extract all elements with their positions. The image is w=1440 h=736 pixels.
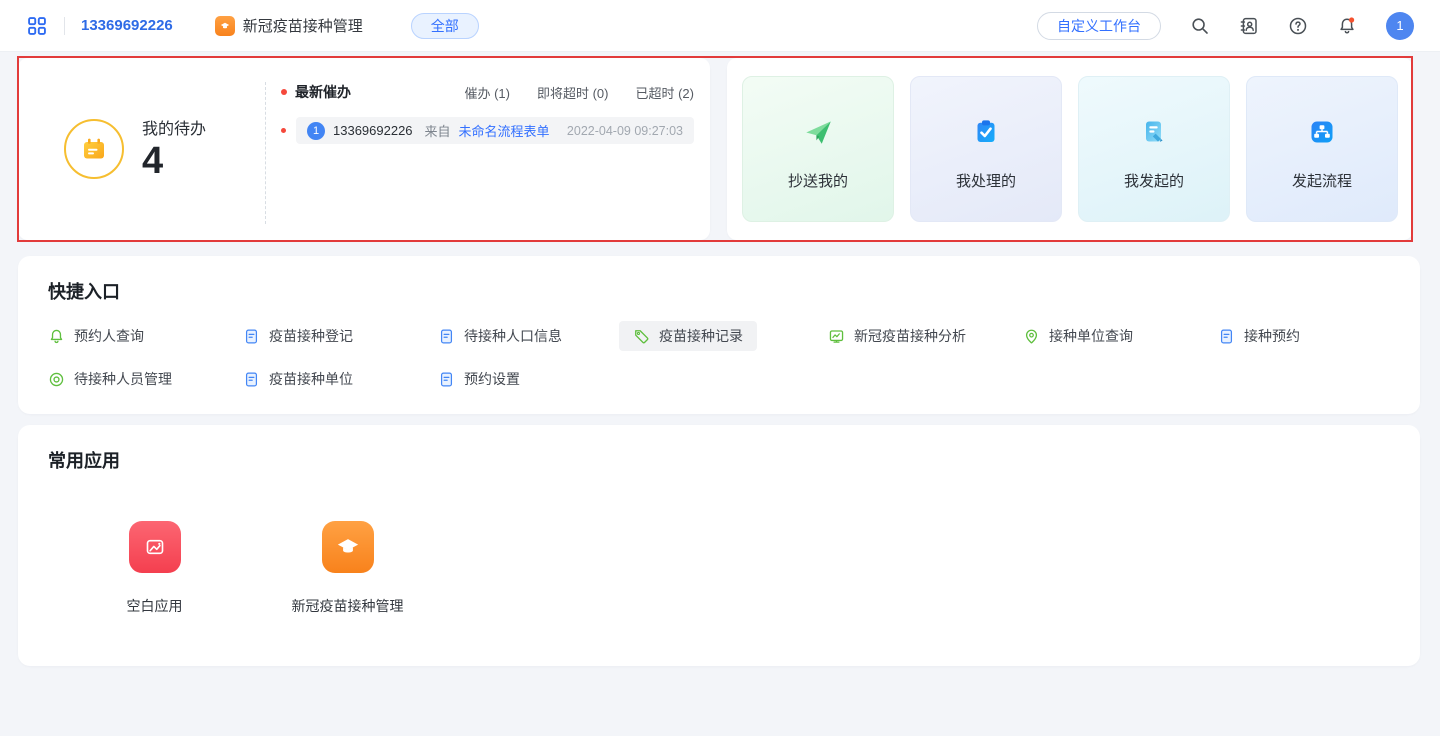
tag-icon bbox=[633, 328, 650, 345]
search-icon[interactable] bbox=[1190, 16, 1210, 36]
notification-dot bbox=[1349, 17, 1354, 22]
card-label: 发起流程 bbox=[1292, 170, 1352, 191]
todo-count: 4 bbox=[142, 141, 206, 183]
document-icon bbox=[243, 371, 260, 388]
notification-bell-icon[interactable] bbox=[1337, 16, 1357, 36]
app-name: 新冠疫苗接种管理 bbox=[243, 15, 363, 36]
document-icon bbox=[1218, 328, 1235, 345]
customize-workbench-button[interactable]: 自定义工作台 bbox=[1037, 12, 1161, 40]
topbar: 13369692226 新冠疫苗接种管理 全部 自定义工作台 bbox=[0, 0, 1440, 52]
filter-all-pill[interactable]: 全部 bbox=[411, 13, 479, 39]
clipboard-check-icon bbox=[971, 115, 1001, 149]
urge-tabs: 催办 (1) 即将超时 (0) 已超时 (2) bbox=[464, 83, 694, 102]
urge-section: 最新催办 催办 (1) 即将超时 (0) 已超时 (2) 1 133696922… bbox=[281, 58, 694, 240]
location-pin-icon bbox=[1023, 328, 1040, 345]
dashed-divider bbox=[265, 82, 266, 224]
apps-grid-icon[interactable] bbox=[26, 15, 48, 37]
tab-about-to-timeout[interactable]: 即将超时 (0) bbox=[537, 83, 609, 102]
quick-entry-title: 快捷入口 bbox=[18, 256, 1420, 304]
bell-icon bbox=[48, 328, 65, 345]
quick-item-reservation-settings[interactable]: 预约设置 bbox=[424, 364, 534, 394]
quick-item-vaccination-units[interactable]: 疫苗接种单位 bbox=[229, 364, 367, 394]
my-todo-card[interactable]: 我的待办 4 bbox=[18, 58, 264, 240]
red-dot bbox=[281, 89, 287, 95]
urge-item-source-prefix: 来自 bbox=[425, 121, 451, 140]
app-logo-icon bbox=[215, 16, 235, 36]
document-icon bbox=[243, 328, 260, 345]
app-blank[interactable]: 空白应用 bbox=[58, 521, 251, 616]
flowchart-icon bbox=[1307, 115, 1337, 149]
topbar-right: 自定义工作台 bbox=[1037, 12, 1414, 40]
card-label: 我处理的 bbox=[956, 170, 1016, 191]
todo-panel: 我的待办 4 最新催办 催办 (1) 即将超时 (0) 已超时 (2) 1 13… bbox=[18, 58, 710, 240]
card-start-flow[interactable]: 发起流程 bbox=[1246, 76, 1398, 222]
common-apps-title: 常用应用 bbox=[18, 425, 1420, 473]
workspace-name[interactable]: 13369692226 bbox=[81, 17, 173, 34]
urge-list-item[interactable]: 1 13369692226 来自 未命名流程表单 2022-04-09 09:2… bbox=[281, 117, 694, 144]
tab-urged[interactable]: 催办 (1) bbox=[464, 83, 510, 102]
graduation-cap-icon bbox=[322, 521, 374, 573]
count-badge: 1 bbox=[307, 122, 325, 140]
document-icon bbox=[438, 328, 455, 345]
quick-item-pending-personnel-management[interactable]: 待接种人员管理 bbox=[34, 364, 186, 394]
app-label: 新冠疫苗接种管理 bbox=[292, 596, 404, 616]
todo-title: 我的待办 bbox=[142, 115, 206, 139]
urge-item-time: 2022-04-09 09:27:03 bbox=[567, 124, 683, 138]
common-apps-panel: 常用应用 空白应用 新冠疫苗接种管理 bbox=[18, 425, 1420, 666]
form-link[interactable]: 未命名流程表单 bbox=[459, 121, 550, 140]
app-label: 空白应用 bbox=[127, 596, 183, 616]
unread-dot bbox=[281, 128, 286, 133]
urge-title: 最新催办 bbox=[295, 82, 351, 102]
quick-entry-panel: 快捷入口 预约人查询 疫苗接种登记 待接种人口信息 bbox=[18, 256, 1420, 414]
app-covid-vaccine-management[interactable]: 新冠疫苗接种管理 bbox=[251, 521, 444, 616]
topbar-left: 13369692226 新冠疫苗接种管理 全部 bbox=[26, 13, 479, 39]
card-label: 抄送我的 bbox=[788, 170, 848, 191]
chart-board-icon bbox=[828, 328, 845, 345]
document-icon bbox=[438, 371, 455, 388]
quick-item-reservation-query[interactable]: 预约人查询 bbox=[34, 321, 158, 351]
card-cc-to-me[interactable]: 抄送我的 bbox=[742, 76, 894, 222]
urge-item-user: 13369692226 bbox=[333, 123, 413, 138]
contacts-icon[interactable] bbox=[1239, 16, 1259, 36]
paper-plane-icon bbox=[802, 115, 834, 149]
quick-item-covid-vaccine-analysis[interactable]: 新冠疫苗接种分析 bbox=[814, 321, 980, 351]
flow-cards-panel: 抄送我的 我处理的 bbox=[727, 58, 1413, 240]
help-icon[interactable] bbox=[1288, 16, 1308, 36]
apps-row: 空白应用 新冠疫苗接种管理 bbox=[18, 521, 1420, 616]
avatar[interactable]: 1 bbox=[1386, 12, 1414, 40]
card-handled-by-me[interactable]: 我处理的 bbox=[910, 76, 1062, 222]
document-edit-icon bbox=[1139, 115, 1169, 149]
tab-timed-out[interactable]: 已超时 (2) bbox=[635, 83, 694, 102]
image-app-icon bbox=[129, 521, 181, 573]
current-app[interactable]: 新冠疫苗接种管理 bbox=[215, 15, 363, 36]
quick-item-vaccination-site-query[interactable]: 接种单位查询 bbox=[1009, 321, 1147, 351]
card-label: 我发起的 bbox=[1124, 170, 1184, 191]
topbar-divider bbox=[64, 17, 65, 35]
quick-item-vaccine-registration[interactable]: 疫苗接种登记 bbox=[229, 321, 367, 351]
quick-entry-grid: 预约人查询 疫苗接种登记 待接种人口信息 疫苗接种记录 bbox=[18, 304, 1420, 394]
quick-item-vaccination-records[interactable]: 疫苗接种记录 bbox=[619, 321, 757, 351]
quick-item-pending-population-info[interactable]: 待接种人口信息 bbox=[424, 321, 576, 351]
target-icon bbox=[48, 371, 65, 388]
card-initiated-by-me[interactable]: 我发起的 bbox=[1078, 76, 1230, 222]
todo-calendar-icon bbox=[64, 119, 124, 179]
quick-item-vaccination-appointment[interactable]: 接种预约 bbox=[1204, 321, 1314, 351]
